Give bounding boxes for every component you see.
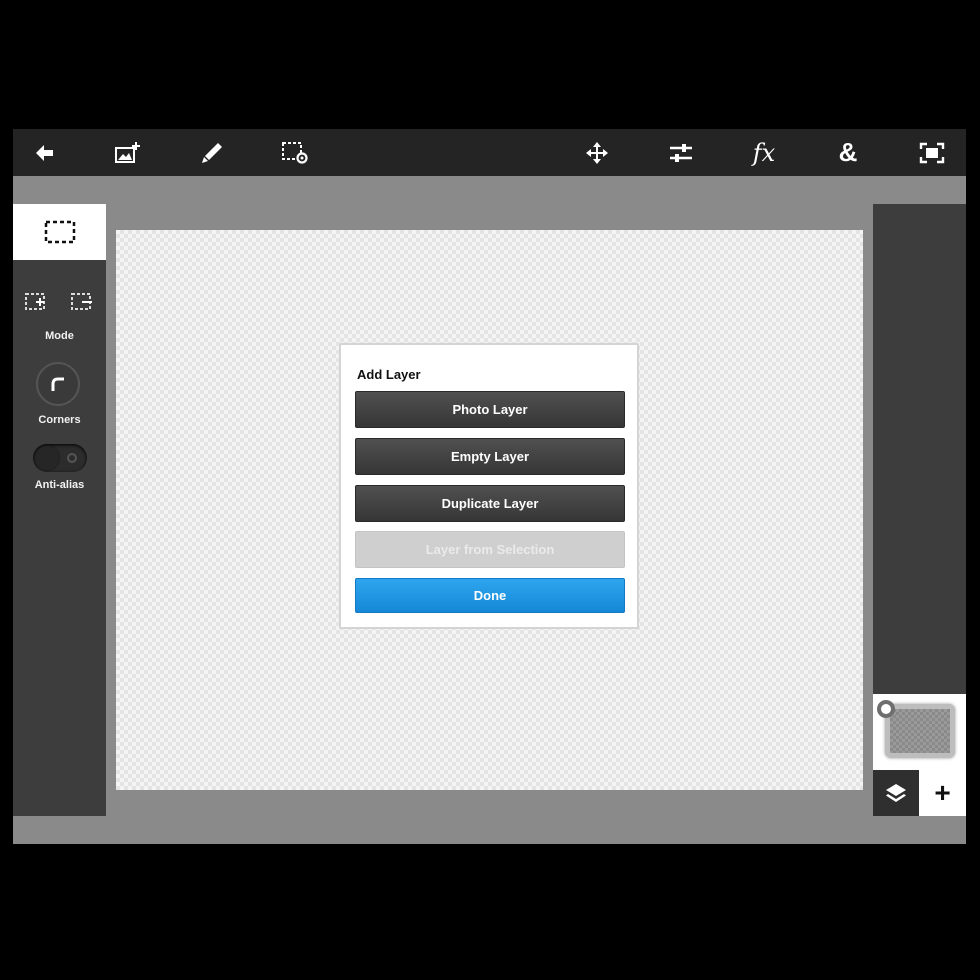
antialias-toggle[interactable] [33, 444, 87, 472]
layer-visibility-icon[interactable] [877, 700, 895, 718]
adjustments-icon [670, 143, 692, 162]
layer-thumbnail[interactable] [885, 704, 955, 758]
dialog-title: Add Layer [357, 367, 421, 382]
mode-add-button[interactable] [21, 290, 51, 314]
text-button[interactable]: & [825, 129, 871, 176]
brush-icon [202, 142, 222, 163]
fullscreen-icon [919, 142, 945, 163]
add-image-icon [115, 141, 140, 163]
layers-panel: + [873, 204, 966, 816]
back-arrow-icon [36, 144, 53, 161]
layer-preview [890, 709, 950, 753]
effects-button[interactable]: fx [741, 129, 787, 176]
move-icon [586, 141, 608, 164]
layers-icon [886, 784, 906, 802]
rounded-corner-icon [51, 377, 64, 391]
text-icon: & [838, 137, 858, 167]
top-toolbar: fx & [13, 129, 966, 176]
brush-button[interactable] [189, 129, 235, 176]
fullscreen-button[interactable] [909, 129, 955, 176]
empty-layer-button[interactable]: Empty Layer [355, 438, 625, 475]
add-layer-button[interactable]: + [919, 770, 966, 816]
done-button[interactable]: Done [355, 578, 625, 613]
toggle-off-indicator [67, 453, 77, 463]
add-image-button[interactable] [106, 129, 152, 176]
plus-icon: + [934, 777, 951, 808]
toggle-knob [35, 446, 59, 470]
layers-button[interactable] [873, 770, 919, 816]
corners-label: Corners [38, 414, 81, 426]
rect-select-icon [44, 220, 75, 244]
corners-button[interactable] [36, 362, 80, 406]
antialias-label: Anti-alias [34, 479, 85, 491]
move-button[interactable] [574, 129, 620, 176]
photo-layer-button[interactable]: Photo Layer [355, 391, 625, 428]
rect-select-tool-button[interactable] [13, 204, 106, 260]
selection-settings-icon [282, 141, 308, 164]
selection-subtract-icon [71, 293, 92, 310]
selection-add-icon [25, 293, 45, 310]
mode-subtract-button[interactable] [67, 290, 97, 314]
layer-from-selection-button: Layer from Selection [355, 531, 625, 568]
effects-icon: fx [752, 138, 776, 167]
add-layer-dialog: Add Layer Photo Layer Empty Layer Duplic… [339, 343, 639, 629]
layer-item[interactable] [873, 694, 966, 770]
mode-label: Mode [45, 330, 74, 342]
app-screen: fx & Mode Corners Anti-alias Add Layer P… [13, 129, 966, 844]
duplicate-layer-button[interactable]: Duplicate Layer [355, 485, 625, 522]
adjustments-button[interactable] [658, 129, 704, 176]
selection-settings-button[interactable] [272, 129, 318, 176]
tool-options-panel: Mode Corners Anti-alias [13, 204, 106, 816]
back-button[interactable] [22, 129, 68, 176]
